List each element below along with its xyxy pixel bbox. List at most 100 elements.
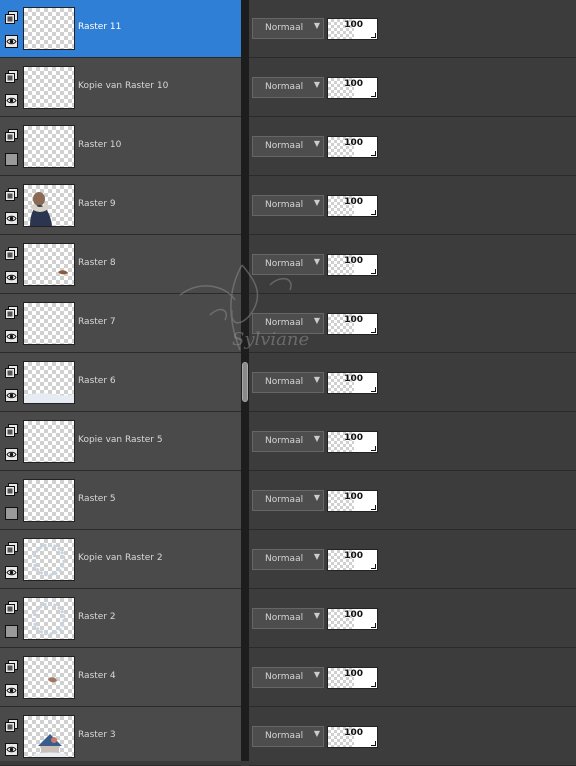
opacity-input[interactable]: 100 [327, 431, 378, 453]
opacity-input[interactable]: 100 [327, 313, 378, 335]
layer-row[interactable]: Raster 5 [0, 472, 241, 530]
blend-mode-select[interactable]: Normaal ▼ [252, 313, 324, 334]
opacity-input[interactable]: 100 [327, 549, 378, 571]
resize-corner-icon [371, 328, 376, 333]
layer-properties-row: Normaal ▼ 100 [249, 531, 576, 589]
resize-corner-icon [371, 387, 376, 392]
opacity-input[interactable]: 100 [327, 726, 378, 748]
layer-row[interactable]: Raster 11 [0, 0, 241, 58]
layer-link-icon[interactable] [5, 481, 18, 496]
opacity-value: 100 [344, 79, 363, 89]
opacity-input[interactable]: 100 [327, 608, 378, 630]
layer-name[interactable]: Raster 5 [78, 494, 116, 504]
chevron-down-icon: ▼ [313, 21, 320, 30]
chevron-down-icon: ▼ [313, 434, 320, 443]
blend-mode-select[interactable]: Normaal ▼ [252, 490, 324, 511]
layer-row[interactable]: Kopie van Raster 5 [0, 413, 241, 471]
chevron-down-icon: ▼ [313, 316, 320, 325]
layer-row[interactable]: Raster 3 [0, 708, 241, 766]
visibility-eye-icon[interactable] [5, 566, 18, 579]
blend-mode-select[interactable]: Normaal ▼ [252, 549, 324, 570]
layer-link-icon[interactable] [5, 186, 18, 201]
visibility-eye-icon[interactable] [5, 330, 18, 343]
layer-link-icon[interactable] [5, 363, 18, 378]
chevron-down-icon: ▼ [313, 729, 320, 738]
layer-name[interactable]: Kopie van Raster 5 [78, 435, 163, 445]
opacity-input[interactable]: 100 [327, 18, 378, 40]
visibility-eye-icon[interactable] [5, 448, 18, 461]
opacity-input[interactable]: 100 [327, 195, 378, 217]
layer-row[interactable]: Kopie van Raster 2 [0, 531, 241, 589]
opacity-input[interactable]: 100 [327, 490, 378, 512]
layer-link-icon[interactable] [5, 245, 18, 260]
visibility-hidden-icon[interactable] [5, 625, 18, 638]
opacity-input[interactable]: 100 [327, 136, 378, 158]
layer-row[interactable]: Raster 7 [0, 295, 241, 353]
layer-name[interactable]: Raster 4 [78, 671, 116, 681]
layer-name[interactable]: Raster 7 [78, 317, 116, 327]
layer-name[interactable]: Kopie van Raster 10 [78, 81, 168, 91]
layer-row[interactable]: Raster 8 [0, 236, 241, 294]
visibility-eye-icon[interactable] [5, 94, 18, 107]
blend-mode-select[interactable]: Normaal ▼ [252, 136, 324, 157]
layer-row[interactable]: Raster 2 [0, 590, 241, 648]
layer-row[interactable]: Raster 9 [0, 177, 241, 235]
layer-name[interactable]: Kopie van Raster 2 [78, 553, 163, 563]
layer-row[interactable]: Raster 4 [0, 649, 241, 707]
divider-grip-handle[interactable] [242, 362, 248, 402]
layer-name[interactable]: Raster 2 [78, 612, 116, 622]
layer-thumbnail [23, 125, 75, 168]
visibility-hidden-icon[interactable] [5, 507, 18, 520]
blend-mode-select[interactable]: Normaal ▼ [252, 667, 324, 688]
visibility-eye-icon[interactable] [5, 212, 18, 225]
layer-row[interactable]: Raster 10 [0, 118, 241, 176]
layer-link-icon[interactable] [5, 304, 18, 319]
opacity-value: 100 [344, 197, 363, 207]
layer-name[interactable]: Raster 10 [78, 140, 121, 150]
blend-mode-select[interactable]: Normaal ▼ [252, 77, 324, 98]
layer-properties-row: Normaal ▼ 100 [249, 236, 576, 294]
layer-link-icon[interactable] [5, 540, 18, 555]
opacity-input[interactable]: 100 [327, 667, 378, 689]
layer-name[interactable]: Raster 6 [78, 376, 116, 386]
chevron-down-icon: ▼ [313, 375, 320, 384]
blend-mode-label: Normaal [265, 82, 304, 92]
layer-properties-row: Normaal ▼ 100 [249, 708, 576, 766]
layer-name[interactable]: Raster 3 [78, 730, 116, 740]
layer-link-icon[interactable] [5, 658, 18, 673]
opacity-input[interactable]: 100 [327, 77, 378, 99]
blend-mode-select[interactable]: Normaal ▼ [252, 254, 324, 275]
layer-name[interactable]: Raster 11 [78, 22, 121, 32]
layer-row[interactable]: Kopie van Raster 10 [0, 59, 241, 117]
layer-link-icon[interactable] [5, 9, 18, 24]
layer-row[interactable]: Raster 6 [0, 354, 241, 412]
blend-mode-select[interactable]: Normaal ▼ [252, 195, 324, 216]
resize-corner-icon [371, 33, 376, 38]
blend-mode-select[interactable]: Normaal ▼ [252, 372, 324, 393]
blend-mode-select[interactable]: Normaal ▼ [252, 608, 324, 629]
layer-properties-row: Normaal ▼ 100 [249, 177, 576, 235]
layer-thumbnail [23, 7, 75, 50]
layer-link-icon[interactable] [5, 422, 18, 437]
layer-name[interactable]: Raster 8 [78, 258, 116, 268]
visibility-eye-icon[interactable] [5, 389, 18, 402]
visibility-eye-icon[interactable] [5, 684, 18, 697]
blend-mode-select[interactable]: Normaal ▼ [252, 431, 324, 452]
blend-mode-select[interactable]: Normaal ▼ [252, 18, 324, 39]
visibility-eye-icon[interactable] [5, 35, 18, 48]
visibility-hidden-icon[interactable] [5, 153, 18, 166]
layer-thumbnail [23, 420, 75, 463]
resize-corner-icon [371, 682, 376, 687]
visibility-eye-icon[interactable] [5, 271, 18, 284]
layer-name[interactable]: Raster 9 [78, 199, 116, 209]
layer-link-icon[interactable] [5, 599, 18, 614]
visibility-eye-icon[interactable] [5, 743, 18, 756]
layer-link-icon[interactable] [5, 68, 18, 83]
blend-mode-label: Normaal [265, 495, 304, 505]
opacity-input[interactable]: 100 [327, 254, 378, 276]
layer-link-icon[interactable] [5, 127, 18, 142]
opacity-input[interactable]: 100 [327, 372, 378, 394]
layer-properties-row: Normaal ▼ 100 [249, 649, 576, 707]
blend-mode-select[interactable]: Normaal ▼ [252, 726, 324, 747]
layer-link-icon[interactable] [5, 717, 18, 732]
